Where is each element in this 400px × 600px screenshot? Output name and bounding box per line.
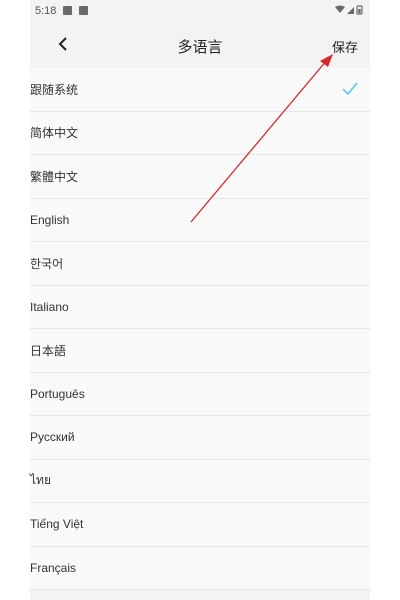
language-label: English [30,212,70,227]
back-arrow-icon[interactable] [54,34,74,54]
language-label: ไทย [30,473,51,488]
language-label: Русский [30,430,75,445]
language-label: Italiano [30,299,69,314]
status-indicators [334,5,364,15]
language-option[interactable]: 繁體中文 [30,155,370,199]
save-button[interactable]: 保存 [332,37,358,56]
language-option[interactable]: ไทย [30,459,370,503]
wifi-signal-battery-icon [335,5,363,15]
language-option[interactable]: 跟随系统 [30,68,370,112]
language-option[interactable]: Tiếng Việt [30,503,370,547]
language-option[interactable]: Français [30,546,370,590]
language-list: 跟随系统简体中文繁體中文 English 한국어 Italiano 日本語 Portugu… [30,68,370,590]
language-option[interactable]: English [30,198,370,242]
phone-screen: 5:18 多语言 保存 跟随系统简体中文繁體中文 English 한국어 Italia… [30,0,370,600]
language-option[interactable]: Русский [30,416,370,460]
language-option[interactable]: 한국어 [30,242,370,286]
language-label: 跟随系统 [30,82,79,97]
language-option[interactable]: Italiano [30,285,370,329]
language-label: Français [30,560,77,575]
language-label: 한국어 [30,256,64,271]
language-label: 日本語 [30,343,67,358]
language-option[interactable]: 简体中文 [30,111,370,155]
language-label: 繁體中文 [30,169,79,184]
language-label: Português [30,386,85,401]
language-label: 简体中文 [30,126,79,141]
notification-icon [79,6,88,15]
language-option[interactable]: 日本語 [30,329,370,373]
page-title: 多语言 [177,39,223,56]
language-option[interactable]: Português [30,372,370,416]
image-notification-icon [63,6,72,15]
status-time: 5:18 [35,5,57,17]
top-app-bar: 多语言 保存 [30,22,370,68]
language-label: Tiếng Việt [30,517,84,532]
checkmark-icon [342,82,358,96]
status-bar: 5:18 [30,0,370,22]
